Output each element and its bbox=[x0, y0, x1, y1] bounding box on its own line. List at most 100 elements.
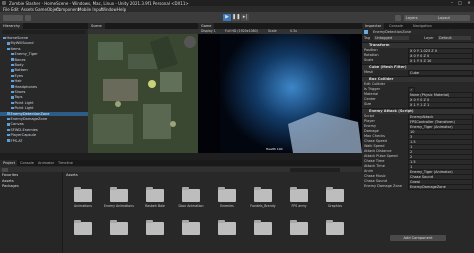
folder-icon[interactable] bbox=[290, 187, 308, 202]
enemy-attack-row: Script EnemyAttack bbox=[364, 114, 473, 121]
field-value[interactable]: EnemyDamageZone bbox=[408, 184, 473, 191]
scene-light-gizmo bbox=[115, 101, 121, 107]
hierarchy-item[interactable]: Point Light bbox=[0, 101, 99, 106]
hierarchy-item[interactable]: Enemy_Tiger bbox=[0, 52, 99, 57]
hierarchy-item-label: Body bbox=[14, 63, 24, 67]
menu-component[interactable]: Component bbox=[56, 7, 79, 12]
folder-icon[interactable] bbox=[326, 220, 344, 235]
project-search-input[interactable] bbox=[290, 167, 340, 172]
create-button[interactable] bbox=[2, 167, 8, 172]
field-label: Player bbox=[364, 119, 375, 123]
gameobject-icon bbox=[11, 85, 14, 88]
folder-icon[interactable] bbox=[110, 187, 128, 202]
hierarchy-item[interactable]: Body bbox=[0, 63, 99, 68]
hierarchy-search-input[interactable] bbox=[2, 30, 86, 34]
folder-icon[interactable] bbox=[218, 187, 236, 202]
folder-icon[interactable] bbox=[326, 187, 344, 202]
hierarchy-item[interactable]: PlayerCapsule bbox=[0, 133, 95, 138]
tree-packages[interactable]: Packages bbox=[2, 184, 19, 188]
transform-title: Transform bbox=[369, 43, 390, 47]
hierarchy-item[interactable]: Shoes bbox=[0, 90, 99, 95]
hierarchy-item[interactable]: Bones bbox=[0, 58, 99, 63]
layers-dropdown[interactable]: Layers bbox=[404, 14, 436, 21]
folder-icon[interactable] bbox=[182, 187, 200, 202]
menu-assets[interactable]: Assets bbox=[21, 7, 34, 12]
project-tree: Favorites Assets Packages bbox=[0, 172, 63, 253]
menu-mobile-input[interactable]: Mobile Input bbox=[78, 7, 103, 12]
field-label: Anim bbox=[364, 169, 373, 173]
hierarchy-item[interactable]: Point Light bbox=[0, 106, 99, 111]
gameobject-icon bbox=[11, 63, 14, 67]
add-component-button[interactable]: Add Component bbox=[390, 235, 446, 241]
hierarchy-item[interactable]: SFWD-Enemies bbox=[0, 128, 95, 133]
hierarchy-item[interactable]: Canvas bbox=[0, 122, 95, 127]
tab-project[interactable]: Project bbox=[0, 160, 18, 166]
hierarchy-item[interactable]: Hair bbox=[0, 79, 99, 84]
hierarchy-item[interactable]: MyWillSound bbox=[0, 41, 95, 46]
object-header: EnemyDetectionZone bbox=[364, 30, 472, 35]
menu-edit[interactable]: Edit bbox=[11, 7, 19, 12]
hierarchy-item-label: EnemyDetectionZone bbox=[10, 111, 50, 116]
layout-dropdown[interactable]: Layout bbox=[436, 14, 470, 21]
folder-icon[interactable] bbox=[290, 220, 308, 235]
object-name-field[interactable]: EnemyDetectionZone bbox=[372, 30, 453, 35]
hierarchy-item[interactable]: Tops bbox=[0, 95, 99, 100]
hierarchy-item[interactable]: Eyes bbox=[0, 74, 99, 79]
tab-navigation[interactable]: Navigation bbox=[410, 23, 435, 29]
enemy-attack-row: Chase Time 1.5 bbox=[364, 159, 473, 166]
folder-icon[interactable] bbox=[74, 220, 92, 235]
menu-help[interactable]: Help bbox=[117, 7, 126, 12]
cloud-icon[interactable] bbox=[25, 14, 31, 21]
hierarchy-item[interactable]: Headphones bbox=[0, 85, 99, 90]
game-view[interactable]: Game Display 1 Full HD (1920x1080) Scale… bbox=[198, 23, 362, 153]
scene-orientation-gizmo[interactable] bbox=[184, 36, 196, 48]
folder-icon[interactable] bbox=[74, 187, 92, 202]
favorites-label[interactable]: Favorites bbox=[2, 173, 18, 177]
hierarchy-item[interactable]: EnemyDetectionZone bbox=[0, 111, 95, 117]
hierarchy-item-label: Enemy_Tiger bbox=[14, 52, 38, 57]
folder-icon[interactable] bbox=[254, 220, 272, 235]
tag-dropdown[interactable]: Untagged bbox=[374, 36, 409, 41]
menu-file[interactable]: File bbox=[3, 7, 10, 12]
search-icon[interactable] bbox=[395, 14, 401, 21]
material-row: Material None (Physic Material) bbox=[364, 92, 473, 99]
tab-inspector[interactable]: Inspector bbox=[362, 23, 385, 29]
menu-window[interactable]: Window bbox=[101, 7, 117, 12]
folder-icon[interactable] bbox=[182, 220, 200, 235]
enemy-attack-row: Attack Time 1 bbox=[364, 164, 473, 171]
gameobject-icon bbox=[3, 36, 6, 40]
hierarchy-item[interactable]: Bottom bbox=[0, 68, 99, 73]
hierarchy-item[interactable]: HomeScene bbox=[0, 36, 91, 41]
gameobject-icon bbox=[7, 42, 10, 45]
folder-icon[interactable] bbox=[254, 187, 272, 202]
tab-hierarchy[interactable]: Hierarchy bbox=[0, 23, 23, 29]
tab-console[interactable]: Console bbox=[17, 160, 37, 166]
tab-animator[interactable]: Animator bbox=[35, 160, 58, 166]
folder-icon[interactable] bbox=[146, 187, 164, 202]
play-button[interactable]: ▶ bbox=[223, 14, 231, 21]
hierarchy-list: HomeScene MyWillSound Items Enemy_Tiger Bone… bbox=[0, 36, 95, 151]
hierarchy-panel: Hierarchy HomeScene MyWillSound Items Enemy… bbox=[0, 23, 95, 153]
breadcrumb[interactable]: Assets bbox=[66, 173, 78, 177]
tab-console[interactable]: Console bbox=[386, 23, 406, 29]
layer-label: Layer bbox=[424, 36, 434, 40]
folder-label: FPS army bbox=[291, 204, 307, 208]
hierarchy-item[interactable]: FPS-AT bbox=[0, 139, 95, 144]
field-label: Enemy bbox=[364, 124, 377, 128]
pause-button[interactable]: ❚❚ bbox=[232, 14, 240, 21]
tab-timeline[interactable]: Timeline bbox=[55, 160, 76, 166]
folder-label: Enemy Animations bbox=[104, 204, 134, 208]
hierarchy-item-label: PlayerCapsule bbox=[10, 133, 37, 138]
scene-view[interactable]: Scene bbox=[88, 23, 198, 153]
layer-dropdown[interactable]: Default bbox=[438, 36, 471, 41]
hierarchy-item[interactable]: Items bbox=[0, 47, 95, 52]
is-trigger-row: Is Trigger ✓ bbox=[364, 87, 472, 94]
folder-icon[interactable] bbox=[218, 220, 236, 235]
transform-rotation-row: Rotation X 0 Y 0 Z 0 bbox=[364, 53, 473, 60]
folder-icon[interactable] bbox=[110, 220, 128, 235]
hierarchy-item[interactable]: EnemyDamageZone bbox=[0, 117, 95, 122]
account-dropdown[interactable] bbox=[3, 14, 23, 21]
tree-assets[interactable]: Assets bbox=[2, 179, 14, 183]
folder-icon[interactable] bbox=[146, 220, 164, 235]
step-button[interactable]: ▸| bbox=[241, 14, 249, 21]
